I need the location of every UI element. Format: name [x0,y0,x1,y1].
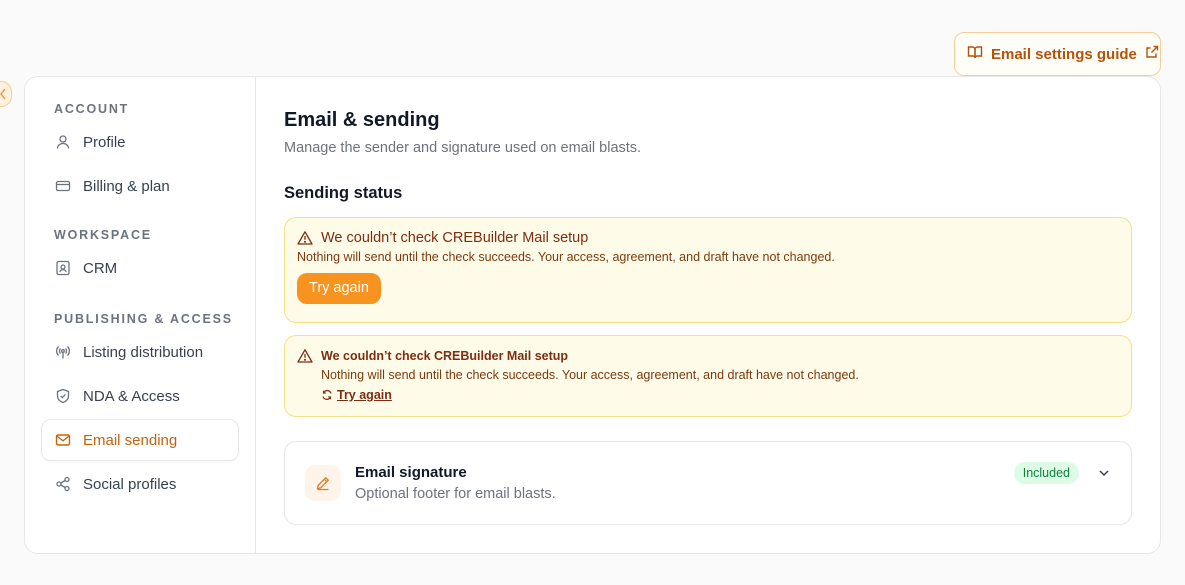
sidebar-item-crm[interactable]: CRM [41,247,239,289]
mail-icon [55,434,71,446]
sidebar-item-profile[interactable]: Profile [41,121,239,163]
share-icon [56,476,70,492]
alert-title: We couldn’t check CREBuilder Mail setup [321,349,569,363]
sidebar-item-label: Profile [83,133,126,151]
warning-icon [297,349,313,363]
signature-subtitle: Optional footer for email blasts. [355,486,556,502]
credit-card-icon [55,180,71,192]
sidebar-item-billing[interactable]: Billing & plan [41,165,239,207]
main-content: Email & sending Manage the sender and si… [256,77,1160,553]
status-badge: Included [1013,462,1079,484]
sidebar-item-social-profiles[interactable]: Social profiles [41,463,239,505]
shield-check-icon [56,388,70,404]
sidebar-item-listing-distribution[interactable]: Listing distribution [41,331,239,373]
alert-title: We couldn’t check CREBuilder Mail setup [321,230,589,246]
alert-body: Nothing will send until the check succee… [321,368,859,382]
sending-status-alert-compact: We couldn’t check CREBuilder Mail setup … [284,335,1132,417]
section-label-account: ACCOUNT [54,102,130,116]
sidebar-item-label: Social profiles [83,475,177,493]
section-label-publishing: PUBLISHING & ACCESS [54,312,233,326]
sidebar-item-label: Listing distribution [83,343,204,361]
sidebar-collapse-handle[interactable] [0,81,12,107]
alert-body: Nothing will send until the check succee… [297,250,835,264]
sidebar-item-email-sending[interactable]: Email sending [41,419,239,461]
settings-card: ACCOUNT Profile Billing & plan WORKSPACE… [24,76,1161,554]
settings-sidebar: ACCOUNT Profile Billing & plan WORKSPACE… [25,77,256,553]
contact-icon [56,260,70,276]
guide-label: Email settings guide [991,45,1137,63]
external-link-icon [1145,45,1159,63]
sending-status-alert: We couldn’t check CREBuilder Mail setup … [284,217,1132,323]
sidebar-item-label: Billing & plan [83,177,170,195]
sidebar-item-label: NDA & Access [83,387,180,405]
broadcast-icon [56,346,70,359]
warning-icon [297,231,313,245]
sidebar-item-label: Email sending [83,431,178,449]
try-again-link[interactable]: Try again [297,388,1119,402]
email-settings-guide-button[interactable]: Email settings guide [954,32,1161,76]
section-label-workspace: WORKSPACE [54,228,152,242]
signature-icon-tile [305,465,341,501]
chevron-down-icon[interactable] [1097,466,1111,480]
sidebar-item-nda-access[interactable]: NDA & Access [41,375,239,417]
try-again-button[interactable]: Try again [297,273,381,304]
try-again-link-label: Try again [337,388,392,402]
page-title: Email & sending [284,109,440,131]
sidebar-item-label: CRM [83,259,118,277]
chevron-left-icon [0,88,6,100]
signature-title: Email signature [355,464,467,481]
pencil-icon [316,476,330,491]
email-signature-card[interactable]: Email signature Optional footer for emai… [284,441,1132,525]
sending-status-heading: Sending status [284,184,403,202]
refresh-icon [322,390,332,400]
book-open-icon [967,44,983,64]
user-icon [56,135,70,149]
page-subtitle: Manage the sender and signature used on … [284,140,642,156]
